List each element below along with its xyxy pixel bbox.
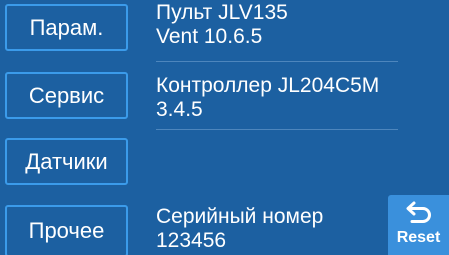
- undo-arrow-icon: [406, 201, 431, 223]
- separator: [156, 129, 398, 130]
- params-button[interactable]: Парам.: [5, 4, 128, 51]
- sensors-button[interactable]: Датчики: [5, 138, 128, 185]
- controller-name: Контроллер JL204C5M: [156, 74, 380, 97]
- serial-label: Серийный номер: [156, 205, 324, 228]
- other-button-label: Прочее: [28, 218, 105, 243]
- serial-value: 123456: [156, 229, 227, 252]
- serial-info: Серийный номер 123456: [156, 205, 323, 253]
- reset-button[interactable]: Reset: [388, 195, 449, 255]
- remote-version: Vent 10.6.5: [156, 25, 263, 48]
- remote-name: Пульт JLV135: [156, 1, 288, 24]
- reset-label: Reset: [396, 229, 441, 246]
- controller-version: 3.4.5: [156, 98, 203, 121]
- other-button[interactable]: Прочее: [5, 205, 128, 255]
- device-info-screen: Парам. Сервис Датчики Прочее Пульт JLV13…: [0, 0, 449, 255]
- service-button-label: Сервис: [28, 82, 105, 108]
- remote-info: Пульт JLV135 Vent 10.6.5: [156, 1, 288, 49]
- sensors-button-label: Датчики: [25, 148, 108, 174]
- controller-info: Контроллер JL204C5M 3.4.5: [156, 74, 379, 122]
- separator: [156, 61, 398, 62]
- params-button-label: Парам.: [29, 14, 104, 40]
- service-button[interactable]: Сервис: [5, 72, 128, 119]
